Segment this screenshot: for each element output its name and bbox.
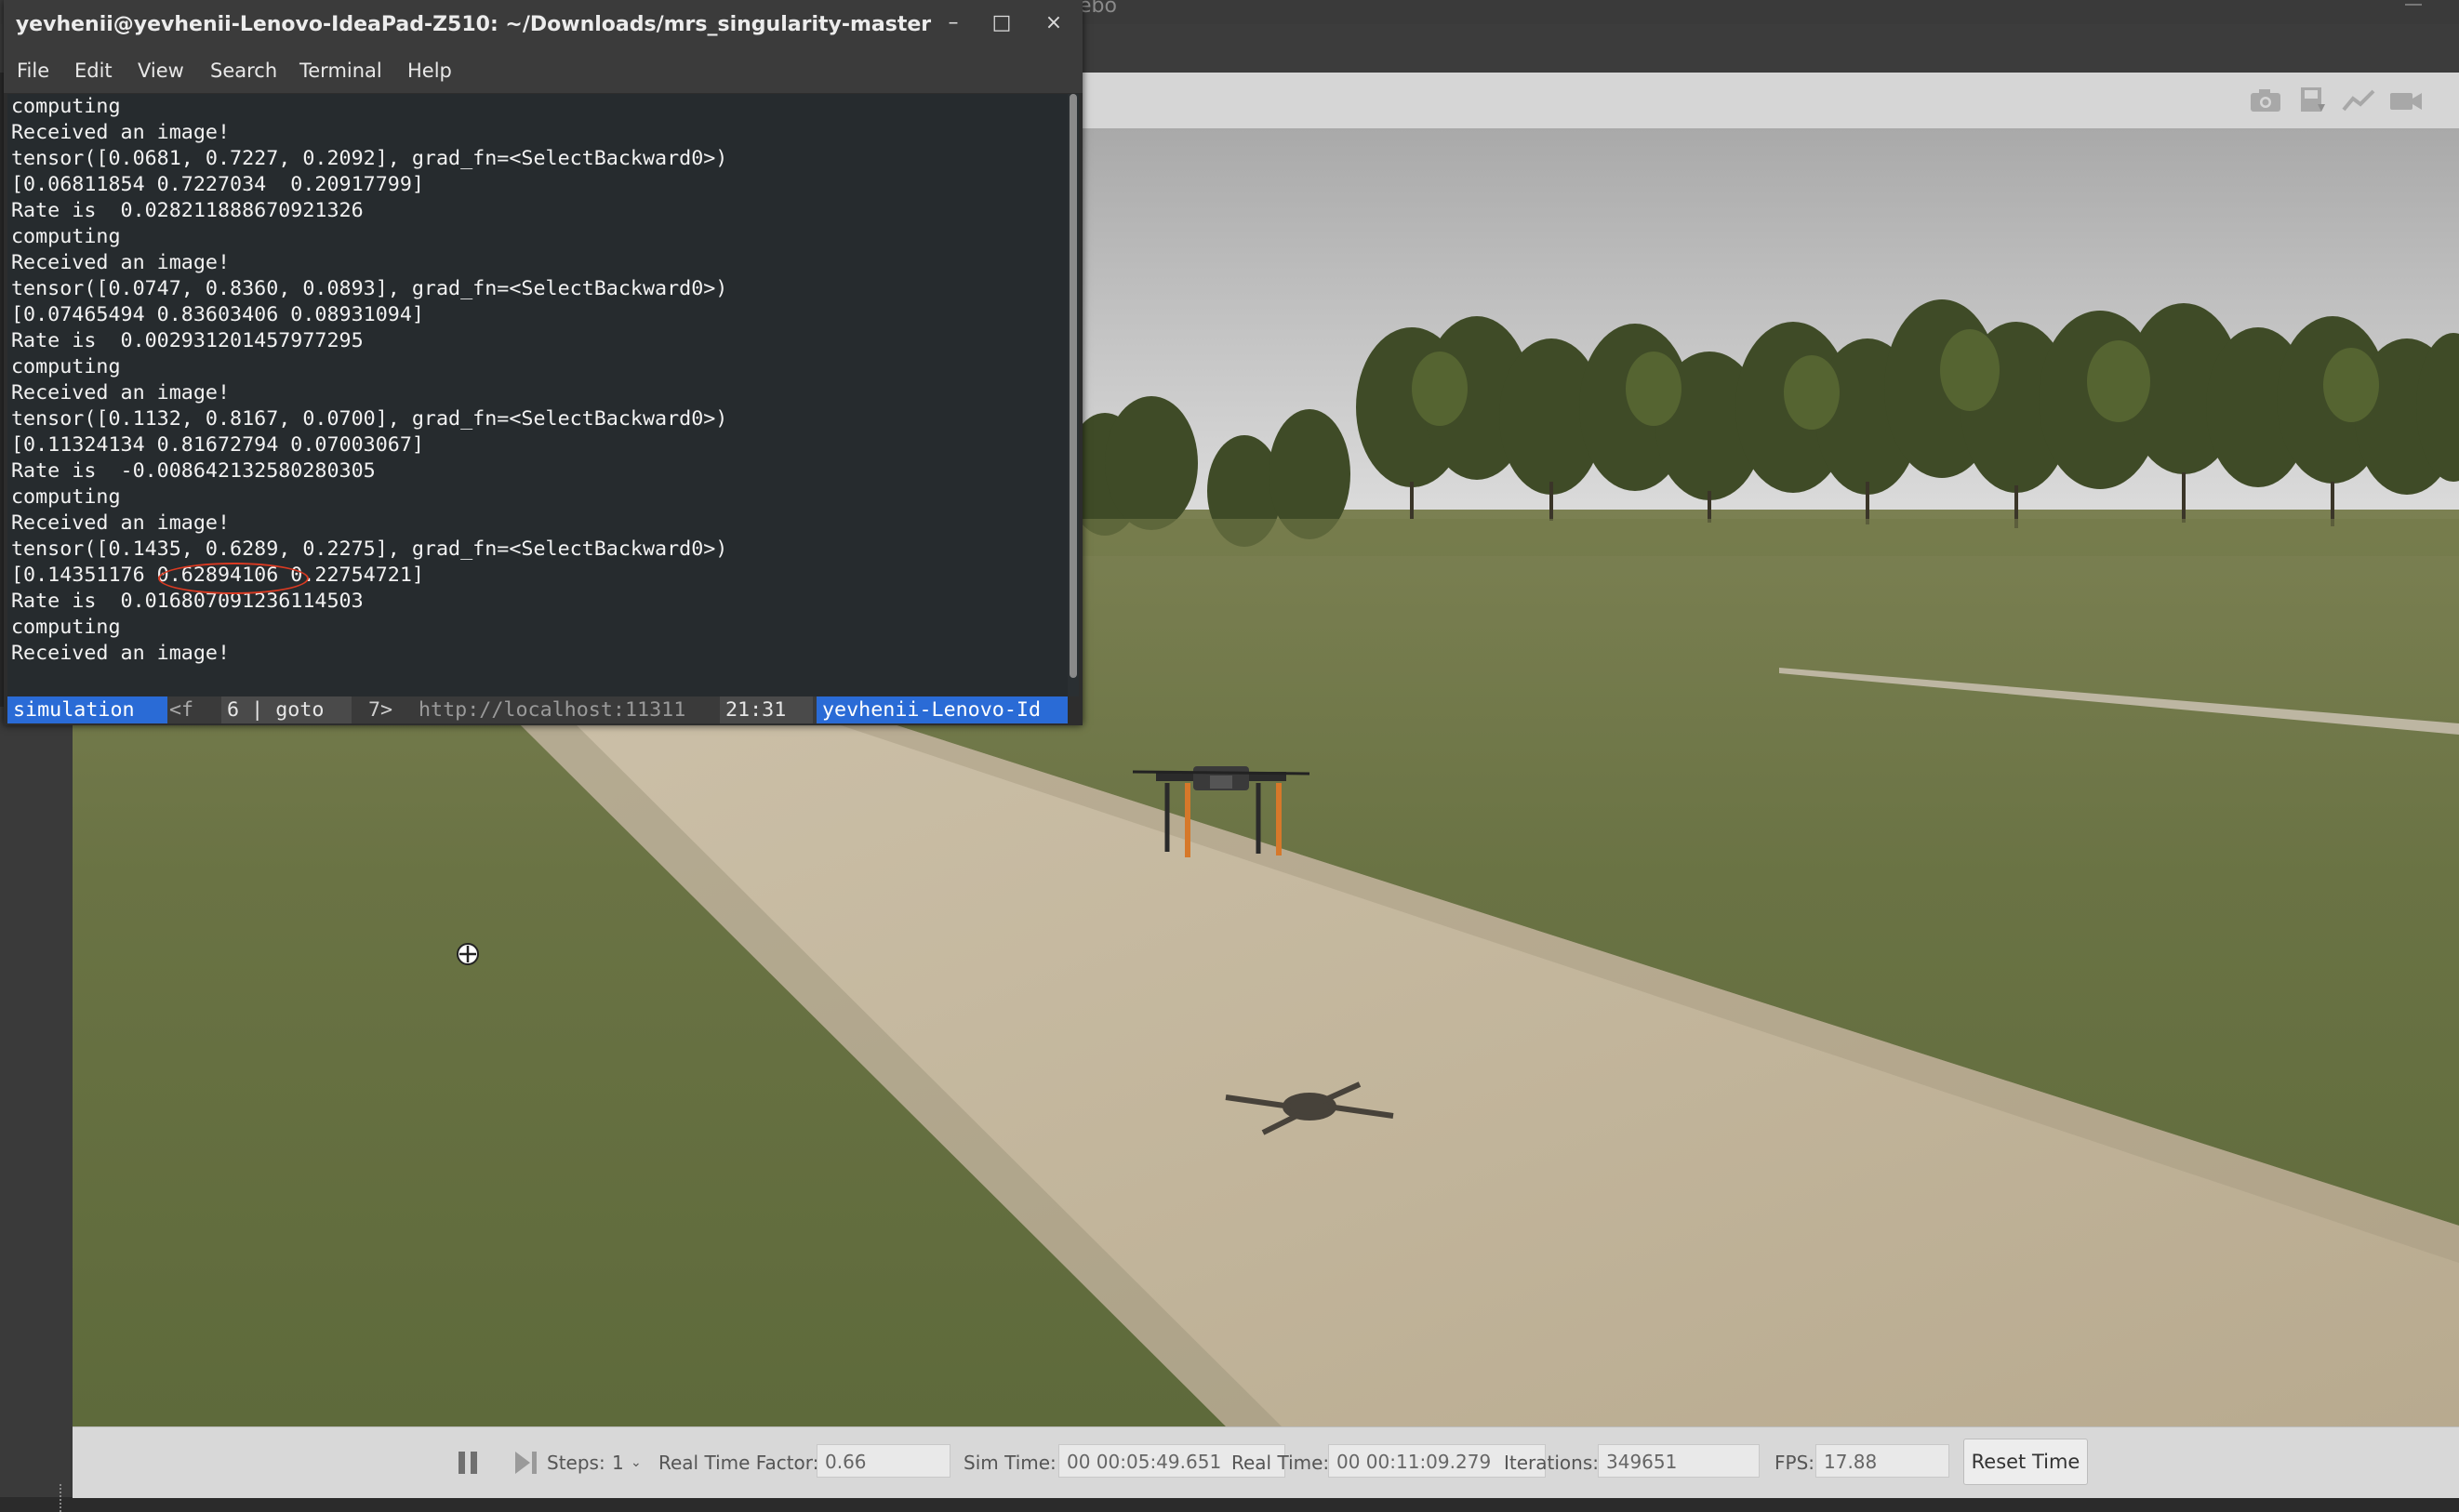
menu-search[interactable]: Search [210,60,277,82]
terminal-line: tensor([0.1435, 0.6289, 0.2275], grad_fn… [11,537,728,561]
close-icon[interactable]: × [1040,11,1068,34]
steps-dropdown-icon[interactable]: ⌄ [631,1455,642,1470]
menu-edit[interactable]: Edit [74,60,113,82]
tmux-window-next: 7> [363,696,415,723]
tmux-clock: 21:31 [720,696,813,723]
terminal-line: Received an image! [11,511,231,535]
fps-field: 17.88 [1815,1444,1949,1478]
video-record-icon[interactable] [2386,86,2424,115]
camera-icon[interactable] [2247,86,2284,115]
terminal-output[interactable]: computing Received an image! tensor([0.0… [7,94,1068,696]
terminal-line: Rate is 0.016807091236114503 [11,590,364,613]
steps-value[interactable]: 1 [612,1452,624,1474]
plot-icon[interactable] [2340,86,2377,115]
terminal-line: [0.07465494 0.83603406 0.08931094] [11,303,424,326]
terminal-line: Received an image! [11,381,231,405]
terminal-line: computing [11,225,121,248]
terminal-line: Received an image! [11,121,231,144]
tmux-separator: <f [167,696,199,723]
step-forward-icon[interactable] [510,1448,541,1478]
terminal-line: Rate is 0.002931201457977295 [11,329,364,352]
reset-time-button[interactable]: Reset Time [1963,1439,2088,1485]
tmux-session: simulation [7,696,167,723]
rtf-label: Real Time Factor: [658,1452,819,1474]
gazebo-minimize-icon[interactable] [2405,0,2422,6]
tmux-ros-master-url: http://localhost:11311 [413,696,716,723]
terminal-line: [0.11324134 0.81672794 0.07003067] [11,433,424,457]
terminal-line: Received an image! [11,251,231,274]
rtf-field: 0.66 [817,1444,950,1478]
iterations-label: Iterations: [1504,1452,1599,1474]
menu-file[interactable]: File [17,60,49,82]
terminal-line: computing [11,485,121,509]
move-cursor-icon [457,943,479,965]
tmux-status-bar: simulation <f 6 | goto 7> http://localho… [7,696,1068,723]
fps-label: FPS: [1774,1452,1814,1474]
terminal-titlebar[interactable]: yevhenii@yevhenii-Lenovo-IdeaPad-Z510: ~… [4,0,1083,50]
terminal-line: [0.06811854 0.7227034 0.20917799] [11,173,424,196]
terminal-window[interactable]: yevhenii@yevhenii-Lenovo-IdeaPad-Z510: ~… [4,0,1083,725]
panel-resize-handle[interactable] [60,1484,67,1512]
save-log-icon[interactable] [2293,86,2331,115]
terminal-scrollbar[interactable] [1068,94,1079,696]
sim-time-label: Sim Time: [964,1452,1057,1474]
terminal-line: tensor([0.0681, 0.7227, 0.2092], grad_fn… [11,147,728,170]
steps-label: Steps: [547,1452,605,1474]
tmux-window-current: 6 | goto [221,696,352,723]
tmux-hostname: yevhenii-Lenovo-Id [817,696,1068,723]
terminal-line: computing [11,355,121,378]
terminal-line: computing [11,616,121,639]
pause-icon[interactable] [452,1448,484,1478]
menu-terminal[interactable]: Terminal [299,60,382,82]
gazebo-toolbar [1079,73,2459,129]
iterations-field: 349651 [1598,1444,1760,1478]
terminal-line: tensor([0.1132, 0.8167, 0.0700], grad_fn… [11,407,728,431]
terminal-title: yevhenii@yevhenii-Lenovo-IdeaPad-Z510: ~… [15,13,932,36]
scrollbar-thumb[interactable] [1070,94,1077,678]
real-time-label: Real Time: [1231,1452,1330,1474]
terminal-line: Received an image! [11,642,231,665]
menu-help[interactable]: Help [407,60,452,82]
terminal-line: Rate is 0.028211888670921326 [11,199,364,222]
gazebo-window-title: ebo [1079,0,1117,18]
red-highlight-annotation [158,563,309,594]
terminal-line: Rate is -0.008642132580280305 [11,459,376,483]
minimize-icon[interactable]: – [939,11,967,34]
gazebo-time-panel: Steps: 1 ⌄ Real Time Factor: 0.66 Sim Ti… [73,1426,2459,1498]
terminal-menubar: File Edit View Search Terminal Help [4,50,1083,93]
terminal-line: computing [11,95,121,118]
maximize-icon[interactable]: □ [988,11,1016,34]
menu-view[interactable]: View [138,60,184,82]
terminal-line: tensor([0.0747, 0.8360, 0.0893], grad_fn… [11,277,728,300]
